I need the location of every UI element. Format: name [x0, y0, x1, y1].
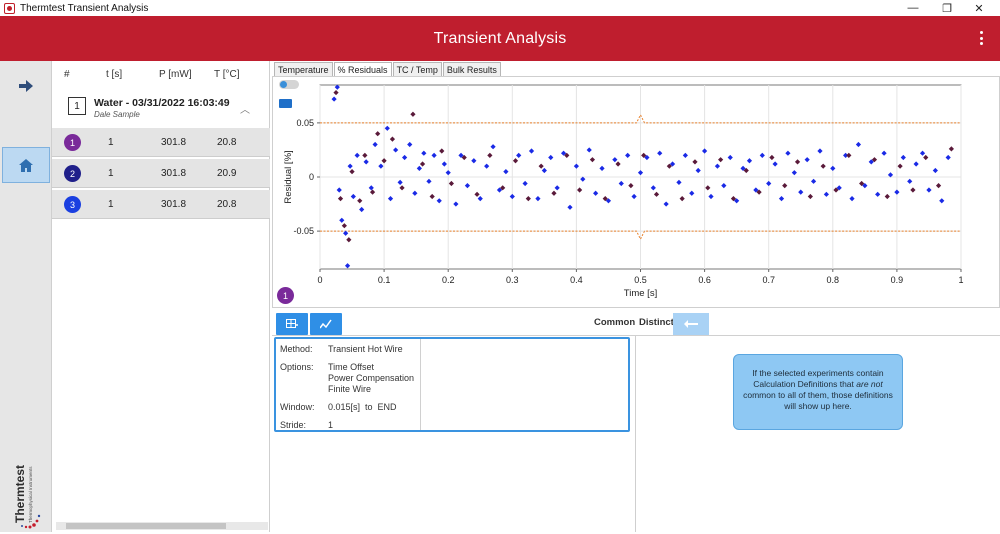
svg-text:Thermophysical Instruments: Thermophysical Instruments	[28, 466, 33, 523]
tab-residuals[interactable]: % Residuals	[333, 62, 392, 76]
distinct-definitions: If the selected experiments contain Calc…	[637, 336, 1000, 532]
row-time: 1	[108, 137, 114, 148]
option-item: Power Compensation	[328, 373, 415, 383]
distinct-info-bubble: If the selected experiments contain Calc…	[733, 354, 903, 430]
col-temperature: T [°C]	[214, 68, 240, 80]
more-menu-icon[interactable]	[976, 28, 986, 48]
page-title: Transient Analysis	[433, 29, 567, 47]
common-definitions: Method: Transient Hot Wire Options: Time…	[272, 336, 636, 532]
maximize-button[interactable]: ❐	[932, 0, 962, 16]
experiment-badge: 1	[64, 134, 81, 151]
row-power: 301.8	[161, 199, 187, 210]
x-tick-label: 1	[958, 275, 963, 285]
tab-bulk-results[interactable]: Bulk Results	[442, 62, 501, 76]
experiment-row[interactable]: 3 1 301.8 20.8	[52, 190, 270, 219]
table-icon	[286, 319, 298, 328]
tab-temperature[interactable]: Temperature	[274, 62, 333, 76]
y-tick-label: 0	[309, 172, 314, 182]
col-power: P [mW]	[159, 68, 192, 80]
row-temperature: 20.8	[217, 137, 237, 148]
x-tick-label: 0.2	[442, 275, 455, 285]
row-power: 301.8	[161, 137, 187, 148]
brand-logo: Thermtest Thermophysical Instruments	[8, 411, 44, 531]
options-label: Options:	[280, 362, 314, 372]
row-power: 301.8	[161, 168, 187, 179]
row-temperature: 20.9	[217, 168, 237, 179]
x-tick-label: 0.1	[378, 275, 391, 285]
stride-label: Stride:	[280, 420, 307, 430]
window-label: Window:	[280, 402, 315, 412]
card-divider	[420, 339, 421, 430]
common-label: Common	[594, 317, 636, 328]
nav-rail: Thermtest Thermophysical Instruments	[0, 61, 52, 532]
experiment-badge: 3	[64, 196, 81, 213]
home-nav-button[interactable]	[2, 147, 50, 183]
table-view-button[interactable]	[276, 313, 308, 335]
chart-svg: 0 0.1 0.2 0.3 0.4 0.5 0.6 0.7 0.8 0.9 1 0.05 0 -0.05 T…	[283, 84, 964, 299]
x-tick-label: 0.4	[570, 275, 583, 285]
app-icon	[4, 2, 15, 14]
distinct-toggle-button[interactable]	[673, 313, 709, 335]
window-value: 0.015[s] to END	[328, 402, 397, 412]
pin-toggle[interactable]	[279, 80, 299, 89]
arrow-left-icon	[684, 320, 698, 328]
trend-icon	[320, 319, 332, 329]
window-title-bar: Thermtest Transient Analysis — ❐ ✕	[0, 0, 1000, 16]
row-time: 1	[108, 168, 114, 179]
arrow-right-icon	[19, 80, 33, 92]
option-item: Finite Wire	[328, 384, 372, 394]
collapse-caret-icon[interactable]: ︿	[240, 101, 250, 116]
chart-view-button[interactable]	[310, 313, 342, 335]
option-item: Time Offset	[328, 362, 375, 372]
method-label: Method:	[280, 344, 313, 354]
col-time: t [s]	[106, 68, 123, 80]
window-title: Thermtest Transient Analysis	[20, 2, 149, 14]
x-tick-label: 0	[317, 275, 322, 285]
distinct-label: Distinct	[639, 317, 674, 328]
calculation-card[interactable]: Method: Transient Hot Wire Options: Time…	[274, 337, 630, 432]
chart-tabs: Temperature % Residuals TC / Temp Bulk R…	[274, 62, 502, 76]
experiment-panel: # t [s] P [mW] T [°C] 1 Water - 03/31/20…	[52, 61, 270, 532]
app-header: Transient Analysis	[0, 16, 1000, 61]
x-axis-label: Time [s]	[624, 288, 657, 299]
x-tick-label: 0.9	[891, 275, 904, 285]
col-number: #	[64, 68, 70, 80]
y-tick-label: 0.05	[296, 118, 314, 128]
stride-value: 1	[328, 420, 334, 430]
horizontal-scrollbar[interactable]	[56, 522, 268, 530]
definitions-toolbar: Common Distinct	[272, 311, 1000, 336]
x-tick-label: 0.3	[506, 275, 519, 285]
x-tick-label: 0.8	[827, 275, 840, 285]
y-tick-label: -0.05	[293, 226, 314, 236]
experiment-table-header: # t [s] P [mW] T [°C]	[52, 61, 270, 87]
x-tick-label: 0.7	[762, 275, 775, 285]
forward-nav-button[interactable]	[0, 68, 52, 104]
group-number: 1	[68, 97, 86, 115]
scrollbar-thumb[interactable]	[66, 523, 226, 529]
keyboard-icon[interactable]	[279, 99, 292, 108]
experiment-badge: 2	[64, 165, 81, 182]
close-button[interactable]: ✕	[964, 0, 994, 16]
y-axis-label: Residual [%]	[283, 150, 294, 203]
method-value: Transient Hot Wire	[328, 344, 403, 354]
experiment-group[interactable]: 1 Water - 03/31/2022 16:03:49 Dale Sampl…	[52, 89, 270, 127]
tab-tc-temp[interactable]: TC / Temp	[392, 62, 442, 76]
x-tick-label: 0.5	[634, 275, 647, 285]
group-name: Water - 03/31/2022 16:03:49	[94, 97, 230, 109]
minimize-button[interactable]: —	[898, 0, 928, 16]
group-sample: Dale Sample	[94, 110, 140, 119]
chart-experiment-badge: 1	[277, 287, 294, 304]
experiment-row[interactable]: 1 1 301.8 20.8	[52, 128, 270, 157]
row-time: 1	[108, 199, 114, 210]
x-tick-label: 0.6	[698, 275, 711, 285]
residuals-chart: 0 0.1 0.2 0.3 0.4 0.5 0.6 0.7 0.8 0.9 1 0.05 0 -0.05 T…	[272, 76, 1000, 308]
home-icon	[19, 158, 33, 172]
svg-text:Thermtest: Thermtest	[13, 465, 27, 523]
experiment-row[interactable]: 2 1 301.8 20.9	[52, 159, 270, 188]
row-temperature: 20.8	[217, 199, 237, 210]
